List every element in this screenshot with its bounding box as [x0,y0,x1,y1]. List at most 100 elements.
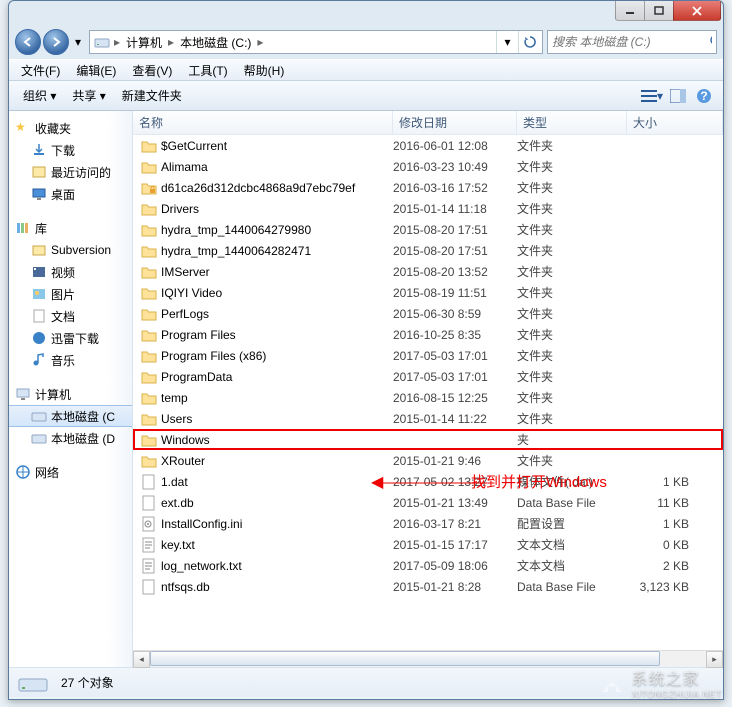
file-date: 2016-06-01 12:08 [393,139,517,153]
file-row[interactable]: IQIYI Video2015-08-19 11:51文件夹 [133,282,723,303]
file-date: 2016-10-25 8:35 [393,328,517,342]
tree-library[interactable]: 库 [9,217,132,239]
scroll-right-button[interactable]: ▸ [706,651,723,668]
menu-edit[interactable]: 编辑(E) [68,60,124,81]
file-list: 名称 修改日期 类型 大小 $GetCurrent2016-06-01 12:0… [133,111,723,667]
file-type: 文件夹 [517,137,627,154]
music-icon [31,352,47,368]
scroll-left-button[interactable]: ◂ [133,651,150,668]
tree-music[interactable]: 音乐 [9,349,132,371]
col-size[interactable]: 大小 [627,111,723,134]
star-icon: ★ [15,120,31,136]
dropdown-button[interactable]: ▾ [496,31,518,53]
minimize-button[interactable] [615,1,645,21]
tree-disk-d[interactable]: 本地磁盘 (D [9,427,132,449]
pictures-icon [31,286,47,302]
file-type: 夹 [517,431,627,448]
preview-pane-button[interactable] [667,85,689,107]
file-row[interactable]: Users2015-01-14 11:22文件夹 [133,408,723,429]
file-type: 配置设置 [517,515,627,532]
help-icon[interactable]: ? [693,85,715,107]
file-row[interactable]: hydra_tmp_14400642799802015-08-20 17:51文… [133,219,723,240]
file-row[interactable]: ntfsqs.db2015-01-21 8:28Data Base File3,… [133,576,723,597]
col-date[interactable]: 修改日期 [393,111,517,134]
tree-xunlei[interactable]: 迅雷下载 [9,327,132,349]
search-box[interactable] [547,30,717,54]
file-row[interactable]: 1.dat2017-05-02 13:27媒体文件(.dat)1 KB [133,471,723,492]
back-button[interactable] [15,29,41,55]
file-type: Data Base File [517,496,627,510]
file-type: 文件夹 [517,200,627,217]
organize-button[interactable]: 组织 ▾ [15,84,64,107]
horizontal-scrollbar[interactable]: ◂ ▸ [133,650,723,667]
search-icon[interactable] [709,34,712,50]
breadcrumb-computer[interactable]: 计算机 [122,34,166,51]
forward-button[interactable] [43,29,69,55]
file-row[interactable]: d61ca26d312dcbc4868a9d7ebc79ef2016-03-16… [133,177,723,198]
file-row[interactable]: ProgramData2017-05-03 17:01文件夹 [133,366,723,387]
menu-view[interactable]: 查看(V) [124,60,180,81]
file-row[interactable]: key.txt2015-01-15 17:17文本文档0 KB [133,534,723,555]
file-row[interactable]: InstallConfig.ini2016-03-17 8:21配置设置1 KB [133,513,723,534]
tree-network[interactable]: 网络 [9,461,132,483]
navigation-tree[interactable]: ★收藏夹 下载 最近访问的 桌面 库 Subversion 视频 图片 文档 迅… [9,111,133,667]
file-row[interactable]: Windows夹 [133,429,723,450]
tree-docs[interactable]: 文档 [9,305,132,327]
file-name: ntfsqs.db [161,580,210,594]
file-row[interactable]: Alimama2016-03-23 10:49文件夹 [133,156,723,177]
tree-favorites[interactable]: ★收藏夹 [9,117,132,139]
file-size: 11 KB [627,496,689,510]
file-row[interactable]: XRouter2015-01-21 9:46文件夹 [133,450,723,471]
breadcrumb-drive-c[interactable]: 本地磁盘 (C:) [176,34,255,51]
menu-file[interactable]: 文件(F) [13,60,68,81]
tree-recent[interactable]: 最近访问的 [9,161,132,183]
chevron-right-icon[interactable]: ▸ [255,35,265,49]
scroll-thumb[interactable] [150,651,660,666]
file-row[interactable]: $GetCurrent2016-06-01 12:08文件夹 [133,135,723,156]
search-input[interactable] [552,35,709,49]
file-row[interactable]: PerfLogs2015-06-30 8:59文件夹 [133,303,723,324]
share-button[interactable]: 共享 ▾ [64,84,113,107]
col-type[interactable]: 类型 [517,111,627,134]
file-type: 文件夹 [517,305,627,322]
file-size: 2 KB [627,559,689,573]
menu-tools[interactable]: 工具(T) [180,60,235,81]
tree-subversion[interactable]: Subversion [9,239,132,261]
tree-computer[interactable]: 计算机 [9,383,132,405]
file-row[interactable]: Drivers2015-01-14 11:18文件夹 [133,198,723,219]
file-date: 2016-03-17 8:21 [393,517,517,531]
close-button[interactable] [673,1,721,21]
file-row[interactable]: temp2016-08-15 12:25文件夹 [133,387,723,408]
col-name[interactable]: 名称 [133,111,393,134]
file-date: 2016-08-15 12:25 [393,391,517,405]
file-row[interactable]: hydra_tmp_14400642824712015-08-20 17:51文… [133,240,723,261]
file-type: 文件夹 [517,410,627,427]
file-row[interactable]: Program Files (x86)2017-05-03 17:01文件夹 [133,345,723,366]
tree-video[interactable]: 视频 [9,261,132,283]
file-type: Data Base File [517,580,627,594]
chevron-right-icon[interactable]: ▸ [112,35,122,49]
file-date: 2017-05-03 17:01 [393,370,517,384]
history-dropdown[interactable]: ▾ [71,32,85,52]
tree-downloads[interactable]: 下载 [9,139,132,161]
tree-pictures[interactable]: 图片 [9,283,132,305]
tree-desktop[interactable]: 桌面 [9,183,132,205]
recent-icon [31,164,47,180]
file-date: 2015-08-20 17:51 [393,223,517,237]
view-mode-button[interactable]: ▾ [641,85,663,107]
file-date: 2015-01-14 11:22 [393,412,517,426]
refresh-button[interactable] [518,31,540,53]
menu-help[interactable]: 帮助(H) [236,60,293,81]
file-name: key.txt [161,538,195,552]
file-row[interactable]: ext.db2015-01-21 13:49Data Base File11 K… [133,492,723,513]
maximize-button[interactable] [644,1,674,21]
new-folder-button[interactable]: 新建文件夹 [114,84,190,107]
file-row[interactable]: IMServer2015-08-20 13:52文件夹 [133,261,723,282]
file-date: 2016-03-16 17:52 [393,181,517,195]
file-row[interactable]: log_network.txt2017-05-09 18:06文本文档2 KB [133,555,723,576]
document-icon [31,308,47,324]
file-row[interactable]: Program Files2016-10-25 8:35文件夹 [133,324,723,345]
chevron-right-icon[interactable]: ▸ [166,35,176,49]
tree-disk-c[interactable]: 本地磁盘 (C [9,405,132,427]
breadcrumb[interactable]: ▸ 计算机 ▸ 本地磁盘 (C:) ▸ ▾ [89,30,543,54]
